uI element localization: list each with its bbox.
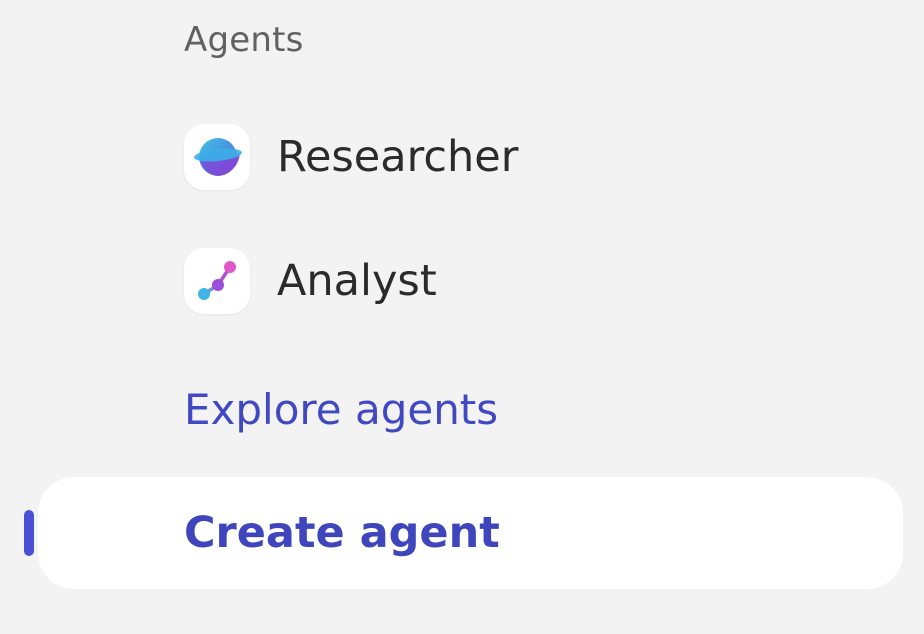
agent-item-analyst[interactable]: Analyst: [184, 248, 437, 314]
researcher-icon: [184, 124, 250, 190]
selected-indicator: [24, 510, 34, 556]
agent-label-researcher: Researcher: [277, 132, 519, 182]
agents-section-header: Agents: [184, 20, 304, 60]
explore-agents-link[interactable]: Explore agents: [184, 382, 498, 438]
create-agent-button[interactable]: Create agent: [38, 477, 903, 589]
analyst-icon: [184, 248, 250, 314]
agent-label-analyst: Analyst: [277, 256, 437, 306]
create-agent-label: Create agent: [184, 508, 500, 558]
agent-item-researcher[interactable]: Researcher: [184, 124, 518, 190]
